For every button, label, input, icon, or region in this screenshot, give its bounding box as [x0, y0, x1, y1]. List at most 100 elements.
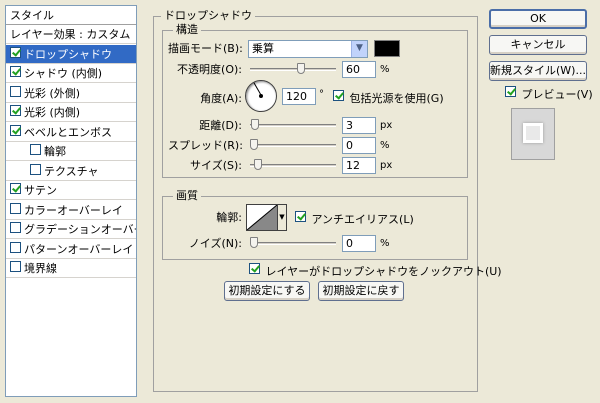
style-list-item-checkbox[interactable] — [10, 183, 21, 194]
chevron-down-icon: ▼ — [351, 41, 367, 57]
style-list-item-label: テクスチャ — [44, 165, 99, 178]
knockout-label: レイヤーがドロップシャドウをノックアウト(U) — [265, 265, 502, 278]
style-list-item-label: カラーオーバーレイ — [24, 204, 123, 217]
style-list-item[interactable]: 光彩 (内側) — [6, 103, 136, 122]
preview-swatch — [523, 123, 543, 143]
angle-dial[interactable] — [245, 80, 277, 112]
opacity-slider-thumb[interactable] — [297, 63, 305, 74]
contour-picker[interactable] — [246, 204, 278, 231]
reset-default-button[interactable]: 初期設定に戻す — [318, 281, 404, 301]
size-label: サイズ(S): — [190, 159, 242, 172]
style-list-item[interactable]: カラーオーバーレイ — [6, 201, 136, 220]
cancel-button[interactable]: キャンセル — [489, 35, 587, 55]
quality-title: 画質 — [173, 189, 201, 202]
blend-mode-select[interactable]: 乗算 ▼ — [248, 40, 368, 58]
style-list-item-checkbox[interactable] — [10, 66, 21, 77]
style-list-item[interactable]: 光彩 (外側) — [6, 84, 136, 103]
shadow-color-swatch[interactable] — [374, 40, 400, 57]
knockout-checkbox[interactable] — [249, 263, 260, 274]
spread-slider-thumb[interactable] — [250, 139, 258, 150]
style-list-item[interactable]: サテン — [6, 181, 136, 200]
global-light-option[interactable]: 包括光源を使用(G) — [333, 90, 444, 106]
size-slider-track[interactable] — [250, 164, 336, 167]
noise-unit: % — [380, 238, 390, 249]
global-light-checkbox[interactable] — [333, 90, 344, 101]
style-list-item-checkbox[interactable] — [10, 242, 21, 253]
distance-unit: px — [380, 120, 393, 131]
style-list-item[interactable]: ベベルとエンボス — [6, 123, 136, 142]
style-list-item-checkbox[interactable] — [10, 105, 21, 116]
style-list-item[interactable]: パターンオーバーレイ — [6, 240, 136, 259]
contour-dropdown-arrow[interactable]: ▼ — [278, 204, 287, 231]
style-list-item-label: サテン — [24, 184, 57, 197]
style-list-item-label: 光彩 (外側) — [24, 87, 81, 100]
angle-unit: ° — [319, 89, 324, 100]
style-list-item-label: パターンオーバーレイ — [24, 243, 134, 256]
style-preview — [511, 108, 555, 160]
styles-list: スタイル レイヤー効果 : カスタム ドロップシャドウ シャドウ (内側) 光彩 (外… — [5, 5, 137, 397]
knockout-option[interactable]: レイヤーがドロップシャドウをノックアウト(U) — [249, 263, 502, 279]
style-list-item-checkbox[interactable] — [10, 222, 21, 233]
style-list-item[interactable]: 輪郭 — [6, 142, 136, 161]
style-list-item-label: 境界線 — [24, 262, 57, 275]
blend-mode-value: 乗算 — [252, 42, 274, 55]
style-list-item-checkbox[interactable] — [10, 47, 21, 58]
style-list-item[interactable]: グラデーションオーバーレイ — [6, 220, 136, 239]
style-list-item-label: レイヤー効果 : カスタム — [10, 28, 131, 41]
preview-label: プレビュー(V) — [521, 88, 593, 101]
noise-slider-thumb[interactable] — [250, 237, 258, 248]
blend-mode-label: 描画モード(B): — [168, 42, 243, 55]
noise-label: ノイズ(N): — [188, 237, 242, 250]
style-list-item[interactable]: レイヤー効果 : カスタム — [6, 25, 136, 44]
style-list-item[interactable]: テクスチャ — [6, 162, 136, 181]
noise-slider-track[interactable] — [250, 242, 336, 245]
style-list-item-label: ドロップシャドウ — [24, 48, 112, 61]
distance-input[interactable]: 3 — [342, 117, 376, 134]
style-list-item-checkbox[interactable] — [30, 144, 41, 155]
preview-option[interactable]: プレビュー(V) — [505, 86, 593, 102]
size-unit: px — [380, 160, 393, 171]
anti-alias-option[interactable]: アンチエイリアス(L) — [295, 211, 414, 227]
angle-dial-center — [259, 94, 263, 98]
opacity-input[interactable]: 60 — [342, 61, 376, 78]
style-list-item-checkbox[interactable] — [10, 261, 21, 272]
anti-alias-checkbox[interactable] — [295, 211, 306, 222]
make-default-button[interactable]: 初期設定にする — [224, 281, 310, 301]
style-list-item-label: シャドウ (内側) — [24, 67, 103, 80]
style-list-item[interactable]: シャドウ (内側) — [6, 64, 136, 83]
distance-label: 距離(D): — [199, 119, 242, 132]
angle-label: 角度(A): — [200, 92, 242, 105]
new-style-button[interactable]: 新規スタイル(W)... — [489, 61, 587, 81]
size-input[interactable]: 12 — [342, 157, 376, 174]
style-list-item-label: グラデーションオーバーレイ — [24, 223, 136, 236]
style-list-item-label: 輪郭 — [44, 145, 66, 158]
style-list-item-checkbox[interactable] — [10, 203, 21, 214]
drop-shadow-title: ドロップシャドウ — [161, 9, 255, 22]
styles-list-header: スタイル — [6, 6, 136, 25]
distance-slider-track[interactable] — [250, 124, 336, 127]
distance-slider-thumb[interactable] — [251, 119, 259, 130]
style-list-item-label: 光彩 (内側) — [24, 106, 81, 119]
noise-input[interactable]: 0 — [342, 235, 376, 252]
spread-label: スプレッド(R): — [168, 139, 243, 152]
style-list-item[interactable]: 境界線 — [6, 259, 136, 278]
spread-unit: % — [380, 140, 390, 151]
opacity-slider-track[interactable] — [250, 68, 336, 71]
preview-checkbox[interactable] — [505, 86, 516, 97]
style-list-item-checkbox[interactable] — [10, 125, 21, 136]
style-list-item[interactable]: ドロップシャドウ — [6, 45, 136, 64]
anti-alias-label: アンチエイリアス(L) — [311, 213, 414, 226]
spread-slider-track[interactable] — [250, 144, 336, 147]
style-list-item-label: ベベルとエンボス — [24, 126, 112, 139]
opacity-label: 不透明度(O): — [177, 63, 242, 76]
opacity-unit: % — [380, 64, 390, 75]
style-list-item-checkbox[interactable] — [10, 86, 21, 97]
structure-title: 構造 — [173, 23, 201, 36]
ok-button[interactable]: OK — [489, 9, 587, 29]
size-slider-thumb[interactable] — [254, 159, 262, 170]
angle-input[interactable]: 120 — [282, 88, 316, 105]
linear-contour-icon — [246, 204, 278, 231]
spread-input[interactable]: 0 — [342, 137, 376, 154]
global-light-label: 包括光源を使用(G) — [349, 92, 444, 105]
style-list-item-checkbox[interactable] — [30, 164, 41, 175]
